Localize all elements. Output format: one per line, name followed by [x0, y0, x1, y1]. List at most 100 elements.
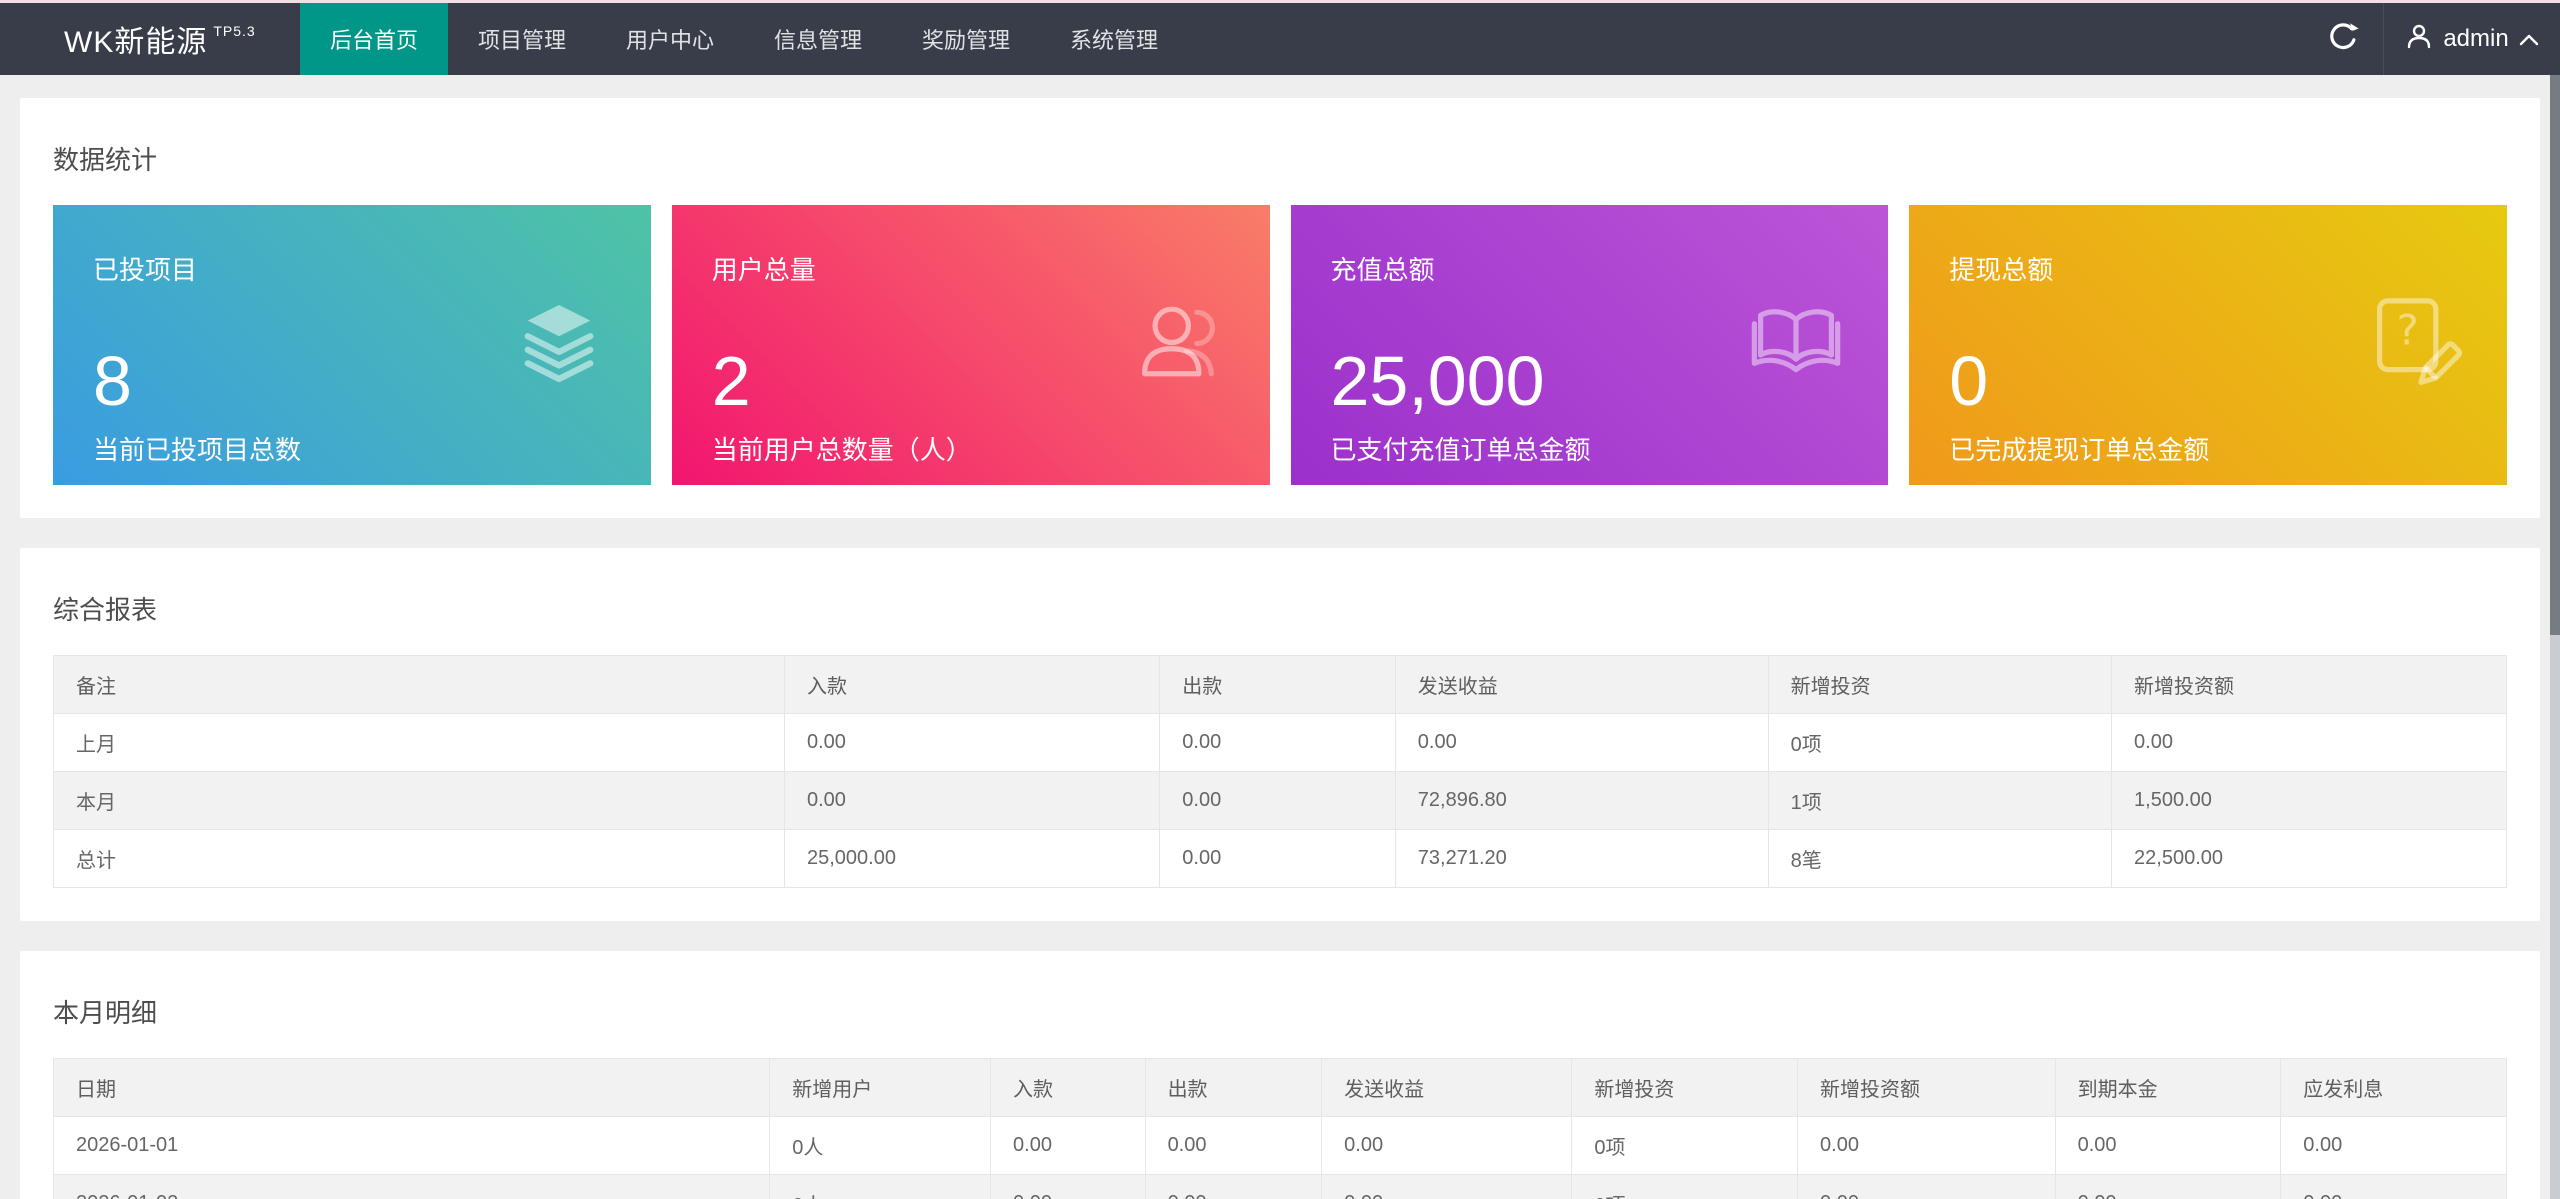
- table-cell: 0.00: [1798, 1117, 2056, 1175]
- admin-username: admin: [2443, 25, 2508, 53]
- table-header-cell: 日期: [54, 1059, 770, 1117]
- scrollbar-thumb[interactable]: [2550, 75, 2560, 635]
- table-header-cell: 应发利息: [2281, 1059, 2507, 1117]
- app-logo-version: TP5.3: [213, 23, 255, 39]
- users-icon: [1128, 293, 1228, 398]
- table-row: 总计 25,000.00 0.00 73,271.20 8笔 22,500.00: [54, 830, 2507, 888]
- nav-item-info[interactable]: 信息管理: [744, 3, 892, 75]
- table-cell: 0.00: [1322, 1175, 1572, 1199]
- detail-table-wrap: 日期 新增用户 入款 出款 发送收益 新增投资 新增投资额 到期本金 应发利息 …: [20, 1058, 2540, 1199]
- stat-card-total-recharge[interactable]: 充值总额 25,000 已支付充值订单总金额: [1291, 205, 1889, 485]
- table-header-cell: 新增投资额: [1798, 1059, 2056, 1117]
- report-table: 备注 入款 出款 发送收益 新增投资 新增投资额 上月 0.00 0.00 0.…: [53, 655, 2507, 888]
- table-cell: 总计: [54, 830, 785, 888]
- nav-item-label: 信息管理: [774, 23, 862, 55]
- stat-card-desc: 已支付充值订单总金额: [1331, 435, 1849, 465]
- table-header-cell: 入款: [785, 656, 1160, 714]
- app-logo-text: WK新能源: [64, 17, 207, 61]
- table-header-cell: 新增用户: [770, 1059, 991, 1117]
- stat-card-desc: 已完成提现订单总金额: [1949, 435, 2467, 465]
- month-detail-panel: 本月明细 日期 新增用户 入款 出款 发送收益 新增投资 新增投资额 到期本金 …: [20, 951, 2540, 1199]
- report-panel: 综合报表 备注 入款 出款 发送收益 新增投资 新增投资额 上月: [20, 548, 2540, 921]
- table-cell: 0.00: [1160, 830, 1395, 888]
- main-menu: 后台首页 项目管理 用户中心 信息管理 奖励管理 系统管理: [300, 3, 1188, 75]
- detail-table: 日期 新增用户 入款 出款 发送收益 新增投资 新增投资额 到期本金 应发利息 …: [53, 1058, 2507, 1199]
- table-cell: 0.00: [1395, 714, 1768, 772]
- table-cell: 0.00: [1145, 1117, 1322, 1175]
- stats-panel-title: 数据统计: [20, 98, 2540, 205]
- table-cell: 0.00: [1322, 1117, 1572, 1175]
- stat-card-total-withdraw[interactable]: 提现总额 0 已完成提现订单总金额 ?: [1909, 205, 2507, 485]
- table-row: 2026-01-02 0人 0.00 0.00 0.00 0项 0.00 0.0…: [54, 1175, 2507, 1199]
- table-cell: 本月: [54, 772, 785, 830]
- nav-item-users[interactable]: 用户中心: [596, 3, 744, 75]
- refresh-icon: [2326, 20, 2360, 59]
- stat-card-title: 已投项目: [93, 255, 611, 285]
- book-icon: [1746, 293, 1846, 398]
- nav-item-system[interactable]: 系统管理: [1040, 3, 1188, 75]
- table-header-cell: 发送收益: [1395, 656, 1768, 714]
- table-cell: 0.00: [991, 1117, 1146, 1175]
- table-header-cell: 出款: [1145, 1059, 1322, 1117]
- app-logo: WK新能源 TP5.3: [0, 3, 300, 75]
- table-header-row: 备注 入款 出款 发送收益 新增投资 新增投资额: [54, 656, 2507, 714]
- stat-card-desc: 当前已投项目总数: [93, 435, 611, 465]
- table-cell: 0.00: [785, 714, 1160, 772]
- table-header-cell: 出款: [1160, 656, 1395, 714]
- nav-item-label: 奖励管理: [922, 23, 1010, 55]
- table-header-cell: 新增投资: [1572, 1059, 1798, 1117]
- stat-card-total-users[interactable]: 用户总量 2 当前用户总数量（人）: [672, 205, 1270, 485]
- table-row: 本月 0.00 0.00 72,896.80 1项 1,500.00: [54, 772, 2507, 830]
- report-panel-title: 综合报表: [20, 548, 2540, 655]
- table-cell: 2026-01-02: [54, 1175, 770, 1199]
- table-cell: 0人: [770, 1117, 991, 1175]
- table-cell: 0项: [1572, 1117, 1798, 1175]
- table-header-row: 日期 新增用户 入款 出款 发送收益 新增投资 新增投资额 到期本金 应发利息: [54, 1059, 2507, 1117]
- layers-icon: [509, 293, 609, 398]
- table-cell: 0项: [1768, 714, 2111, 772]
- report-table-wrap: 备注 入款 出款 发送收益 新增投资 新增投资额 上月 0.00 0.00 0.…: [20, 655, 2540, 921]
- table-header-cell: 发送收益: [1322, 1059, 1572, 1117]
- table-cell: 0.00: [1160, 772, 1395, 830]
- table-row: 上月 0.00 0.00 0.00 0项 0.00: [54, 714, 2507, 772]
- top-navbar: WK新能源 TP5.3 后台首页 项目管理 用户中心 信息管理 奖励管理 系统管理: [0, 3, 2560, 75]
- scrollbar-track[interactable]: [2550, 75, 2560, 1199]
- table-cell: 1项: [1768, 772, 2111, 830]
- table-cell: 上月: [54, 714, 785, 772]
- table-cell: 0.00: [785, 772, 1160, 830]
- table-header-cell: 到期本金: [2055, 1059, 2281, 1117]
- nav-item-label: 项目管理: [478, 23, 566, 55]
- table-row: 2026-01-01 0人 0.00 0.00 0.00 0项 0.00 0.0…: [54, 1117, 2507, 1175]
- nav-item-rewards[interactable]: 奖励管理: [892, 3, 1040, 75]
- month-detail-panel-title: 本月明细: [20, 951, 2540, 1058]
- table-cell: 73,271.20: [1395, 830, 1768, 888]
- stat-card-title: 用户总量: [712, 255, 1230, 285]
- nav-item-dashboard[interactable]: 后台首页: [300, 3, 448, 75]
- stat-card-title: 充值总额: [1331, 255, 1849, 285]
- navbar-right: admin: [2303, 3, 2560, 75]
- form-question-icon: ?: [2365, 293, 2465, 398]
- admin-menu[interactable]: admin: [2384, 3, 2560, 75]
- table-cell: 0.00: [1160, 714, 1395, 772]
- table-cell: 72,896.80: [1395, 772, 1768, 830]
- table-header-cell: 新增投资: [1768, 656, 2111, 714]
- table-cell: 8笔: [1768, 830, 2111, 888]
- stat-card-desc: 当前用户总数量（人）: [712, 435, 1230, 465]
- stats-panel: 数据统计 已投项目 8 当前已投项目总数 用户总量 2 当前用户总数量（人）: [20, 98, 2540, 518]
- table-cell: 0.00: [2055, 1117, 2281, 1175]
- stat-cards: 已投项目 8 当前已投项目总数 用户总量 2 当前用户总数量（人）: [20, 205, 2540, 518]
- table-cell: 2026-01-01: [54, 1117, 770, 1175]
- refresh-button[interactable]: [2303, 3, 2383, 75]
- table-cell: 25,000.00: [785, 830, 1160, 888]
- table-header-cell: 入款: [991, 1059, 1146, 1117]
- stat-card-invested-projects[interactable]: 已投项目 8 当前已投项目总数: [53, 205, 651, 485]
- table-header-cell: 新增投资额: [2112, 656, 2507, 714]
- table-cell: 0人: [770, 1175, 991, 1199]
- table-cell: 0.00: [991, 1175, 1146, 1199]
- nav-item-projects[interactable]: 项目管理: [448, 3, 596, 75]
- nav-item-label: 用户中心: [626, 23, 714, 55]
- nav-item-label: 后台首页: [330, 23, 418, 55]
- chevron-up-icon: [2519, 25, 2539, 53]
- table-header-cell: 备注: [54, 656, 785, 714]
- table-cell: 0项: [1572, 1175, 1798, 1199]
